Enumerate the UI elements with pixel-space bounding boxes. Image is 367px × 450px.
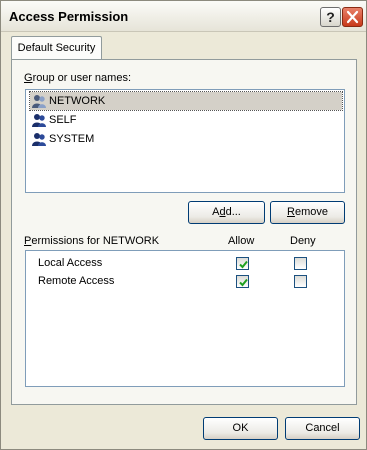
access-permission-dialog: Access Permission ? Default Security Gro…: [0, 0, 367, 450]
user-name: NETWORK: [49, 95, 106, 107]
ok-button[interactable]: OK: [203, 417, 278, 440]
close-x-icon: [346, 10, 359, 24]
tab-label: Default Security: [17, 42, 96, 54]
list-item-self[interactable]: SELF: [30, 111, 344, 129]
users-group-icon: [32, 95, 46, 108]
close-button[interactable]: [342, 7, 363, 27]
group-names-label: Group or user names:: [24, 72, 131, 84]
help-button[interactable]: ?: [320, 7, 341, 27]
remote-access-allow-checkbox[interactable]: [236, 275, 249, 288]
permission-name: Remote Access: [38, 275, 115, 287]
user-name: SELF: [49, 114, 77, 126]
allow-column-label: Allow: [228, 235, 255, 247]
list-item-network[interactable]: NETWORK: [29, 91, 343, 111]
remove-button[interactable]: Remove: [270, 201, 345, 224]
checkmark-icon: [239, 260, 248, 269]
remote-access-deny-checkbox[interactable]: [294, 275, 307, 288]
window-title: Access Permission: [9, 9, 129, 24]
deny-column-label: Deny: [290, 235, 316, 247]
list-item-system[interactable]: SYSTEM: [30, 130, 344, 148]
permission-name: Local Access: [38, 257, 103, 269]
local-access-deny-checkbox[interactable]: [294, 257, 307, 270]
cancel-button[interactable]: Cancel: [285, 417, 360, 440]
user-name: SYSTEM: [49, 133, 95, 145]
help-question-icon: ?: [326, 9, 335, 25]
tab-default-security[interactable]: Default Security: [11, 36, 102, 60]
permission-row-local-access: Local Access: [26, 255, 342, 273]
users-group-icon: [32, 133, 46, 146]
users-group-icon: [32, 114, 46, 127]
add-button[interactable]: Add...: [188, 201, 265, 224]
permission-row-remote-access: Remote Access: [26, 273, 342, 291]
group-user-list[interactable]: NETWORK SELF SYSTEM: [25, 89, 345, 193]
local-access-allow-checkbox[interactable]: [236, 257, 249, 270]
permissions-list: Local Access Remote Access: [25, 250, 345, 387]
tab-panel: Group or user names: NETWORK SELF SYSTEM…: [11, 59, 357, 405]
checkmark-icon: [239, 278, 248, 287]
permissions-header: Permissions for NETWORK: [24, 235, 160, 247]
title-bar: Access Permission ?: [1, 1, 366, 32]
